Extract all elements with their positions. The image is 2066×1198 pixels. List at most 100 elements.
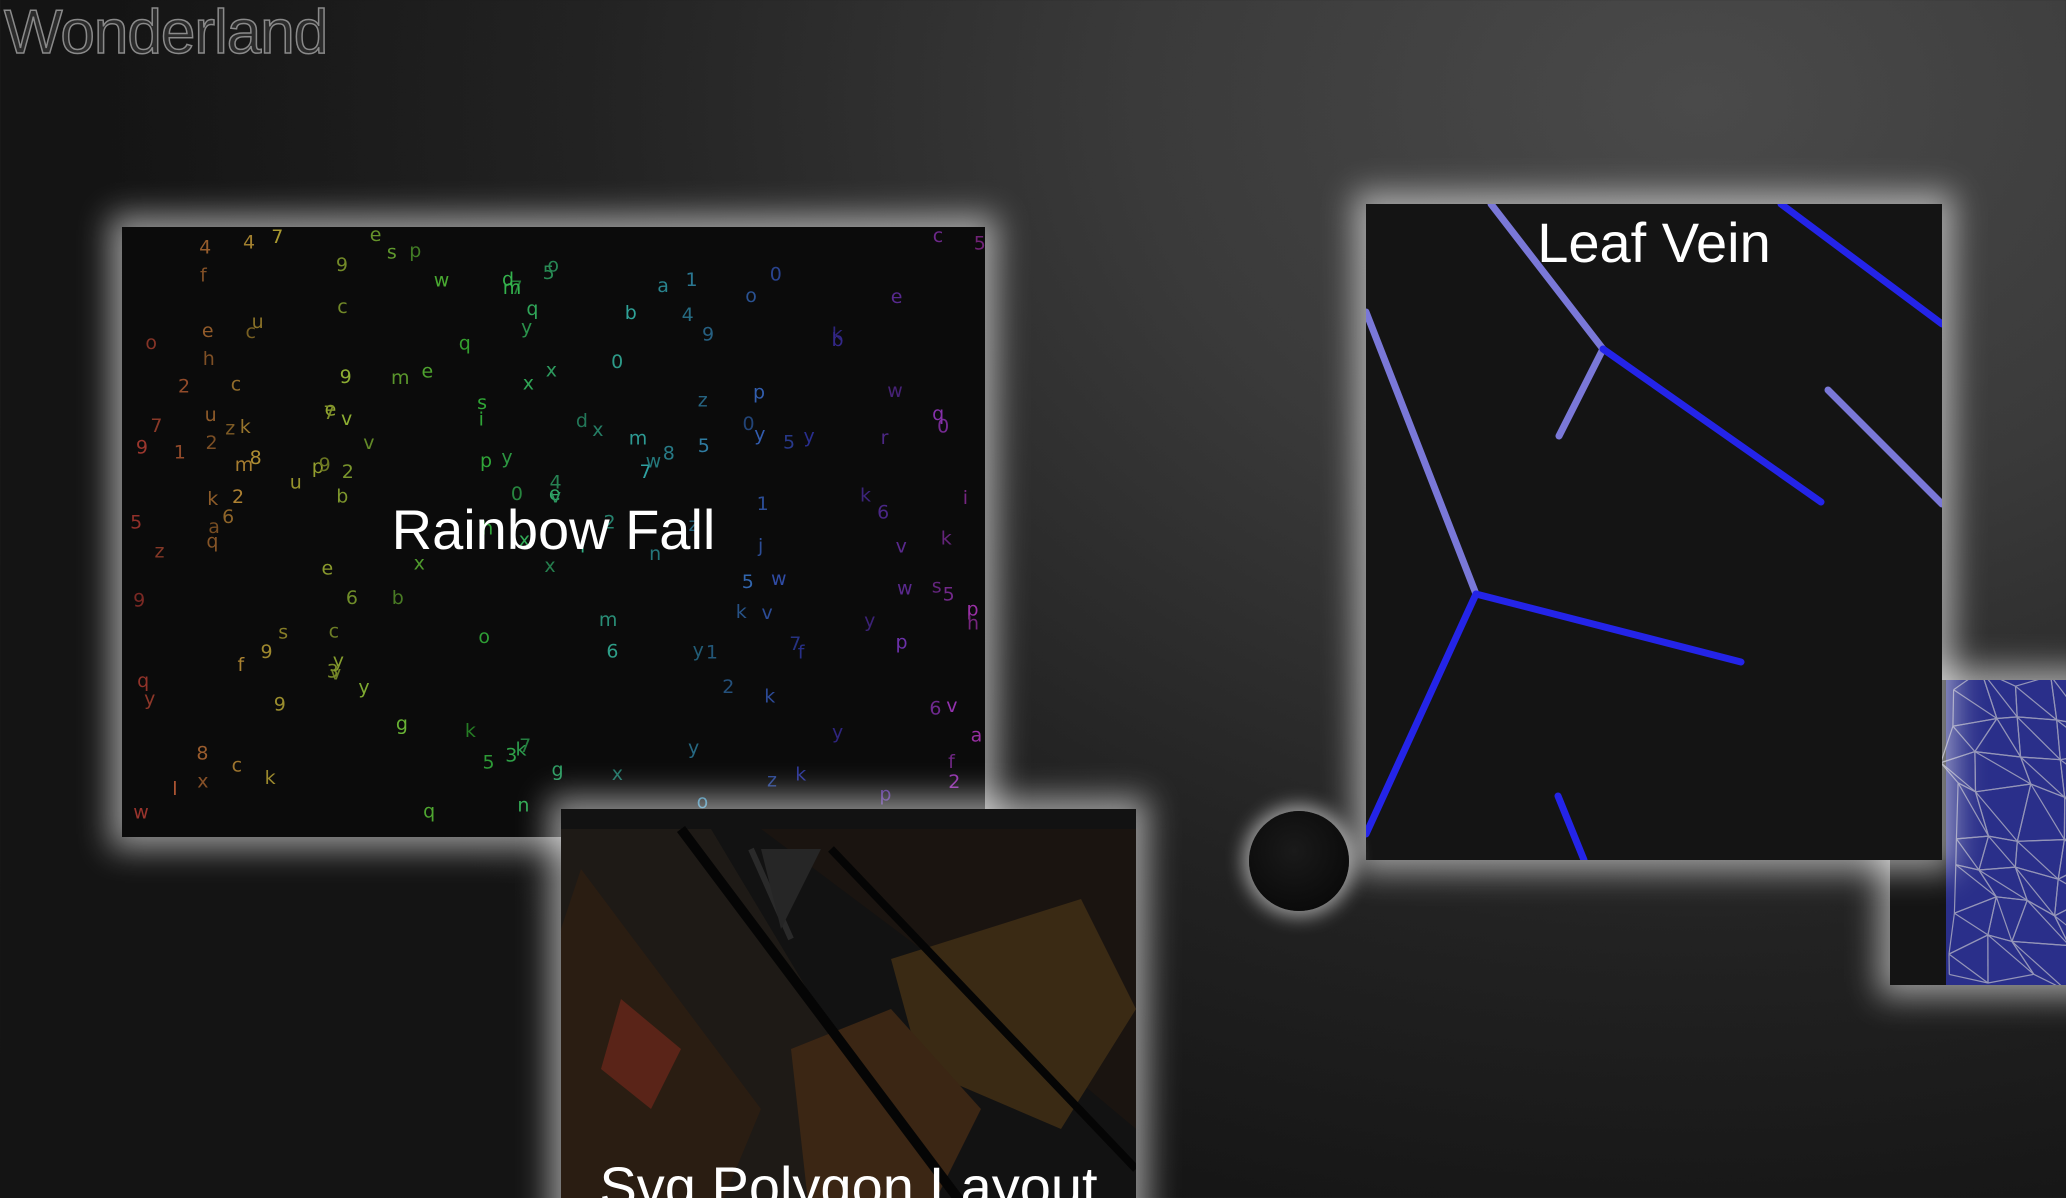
falling-glyph: 9 (319, 454, 331, 476)
falling-glyph: 5 (943, 583, 955, 605)
falling-glyph: h (203, 348, 215, 370)
falling-glyph: 9 (340, 366, 352, 388)
falling-glyph: w (646, 451, 662, 473)
falling-glyph: q (459, 333, 471, 355)
falling-glyph: y (864, 610, 875, 632)
falling-glyph: d (502, 269, 514, 291)
falling-glyph: 9 (133, 590, 145, 612)
falling-glyph: 9 (702, 324, 714, 346)
falling-glyph: f (200, 264, 208, 286)
card-title-leaf-vein: Leaf Vein (1537, 211, 1771, 274)
falling-glyph: c (329, 621, 339, 643)
falling-glyph: v (946, 695, 957, 717)
card-leaf-vein[interactable]: Leaf Vein (1366, 204, 1942, 860)
falling-glyph: 5 (698, 435, 710, 457)
falling-glyph: e (891, 286, 903, 308)
falling-glyph: x (197, 771, 208, 793)
falling-glyph: d (576, 410, 588, 432)
falling-glyph: h (967, 613, 979, 635)
falling-glyph: m (391, 367, 410, 389)
falling-glyph: y (521, 316, 532, 338)
falling-glyph: 7 (271, 227, 283, 248)
falling-glyph: 8 (663, 443, 675, 465)
falling-glyph: k (465, 720, 476, 742)
falling-glyph: y (688, 737, 699, 759)
falling-glyph: k (736, 601, 747, 623)
falling-glyph: i (479, 408, 484, 430)
falling-glyph: 7 (519, 735, 531, 757)
vein-line (1554, 792, 1588, 860)
falling-glyph: 0 (743, 413, 755, 435)
mesh-line (1952, 689, 1955, 727)
site-title: Wonderland (3, 0, 329, 67)
falling-glyph: y (144, 688, 155, 710)
card-title-rainbow-fall: Rainbow Fall (391, 498, 716, 561)
falling-glyph: e (422, 361, 434, 383)
falling-glyph: 5 (483, 752, 495, 774)
falling-glyph: 2 (178, 376, 190, 398)
falling-glyph: k (265, 767, 276, 789)
falling-glyph: v (762, 602, 773, 624)
vein-line (1366, 590, 1480, 838)
falling-glyph: w (897, 578, 913, 600)
vein-line (1824, 386, 1942, 508)
falling-glyph: 5 (543, 262, 555, 284)
falling-glyph: 7 (323, 402, 335, 424)
falling-glyph: p (480, 450, 492, 472)
falling-glyph: v (341, 408, 352, 430)
falling-glyph: m (629, 428, 648, 450)
falling-glyph: f (238, 654, 246, 676)
falling-glyph: 8 (196, 743, 208, 765)
falling-glyph: 4 (243, 232, 255, 254)
falling-glyph: e (202, 320, 214, 342)
falling-glyph: 4 (199, 236, 211, 258)
falling-glyph: a (657, 275, 669, 297)
falling-glyph: n (517, 795, 529, 817)
falling-glyph: w (771, 568, 787, 590)
falling-glyph: 9 (261, 641, 273, 663)
falling-glyph: s (278, 622, 288, 644)
falling-glyph: r (881, 427, 889, 449)
falling-glyph: p (753, 381, 765, 403)
falling-glyph: 4 (682, 304, 694, 326)
falling-glyph: 0 (611, 351, 623, 373)
falling-glyph: y (754, 423, 765, 445)
falling-glyph: 9 (336, 254, 348, 276)
falling-glyph: c (231, 374, 241, 396)
falling-glyph: l (172, 778, 177, 800)
card-rainbow-fall[interactable]: xb8s1c2l2uzix5x6747o0e0vy2v7pp9mkqw9yk4y… (122, 227, 985, 837)
mesh-line (1955, 838, 1957, 865)
falling-glyph: k (240, 416, 251, 438)
falling-glyph: w (434, 270, 450, 292)
nav-dot-button[interactable] (1249, 811, 1349, 911)
vein-line (1366, 308, 1480, 598)
falling-glyph: z (698, 390, 708, 412)
falling-glyph: e (370, 227, 382, 246)
falling-glyph: c (232, 754, 242, 776)
falling-glyph: c (337, 296, 347, 318)
falling-glyph: a (971, 725, 983, 747)
falling-glyph: 2 (948, 771, 960, 793)
falling-glyph: 3 (505, 745, 517, 767)
falling-glyph: m (599, 609, 618, 631)
falling-glyph: c (933, 227, 943, 247)
vein-line (1555, 345, 1607, 440)
falling-glyph: k (795, 764, 806, 786)
falling-glyph: 7 (789, 633, 801, 655)
falling-glyph: y (358, 676, 369, 698)
svg-polygon-preview (561, 809, 1136, 1198)
vein-line (1472, 590, 1745, 666)
falling-glyph: y (501, 447, 512, 469)
falling-glyph: 1 (686, 269, 698, 291)
falling-glyph: y (693, 640, 704, 662)
card-svg-polygon-layout[interactable]: Svg Polygon Layout (561, 809, 1136, 1198)
falling-glyph: g (396, 713, 408, 735)
falling-glyph: b (625, 302, 637, 324)
falling-glyph: v (363, 432, 374, 454)
falling-glyph: x (546, 360, 557, 382)
falling-glyph: s (932, 575, 942, 597)
falling-glyph: k (764, 686, 775, 708)
falling-glyph: 1 (174, 442, 186, 464)
falling-glyph: 0 (770, 263, 782, 285)
falling-glyph: o (145, 332, 157, 354)
